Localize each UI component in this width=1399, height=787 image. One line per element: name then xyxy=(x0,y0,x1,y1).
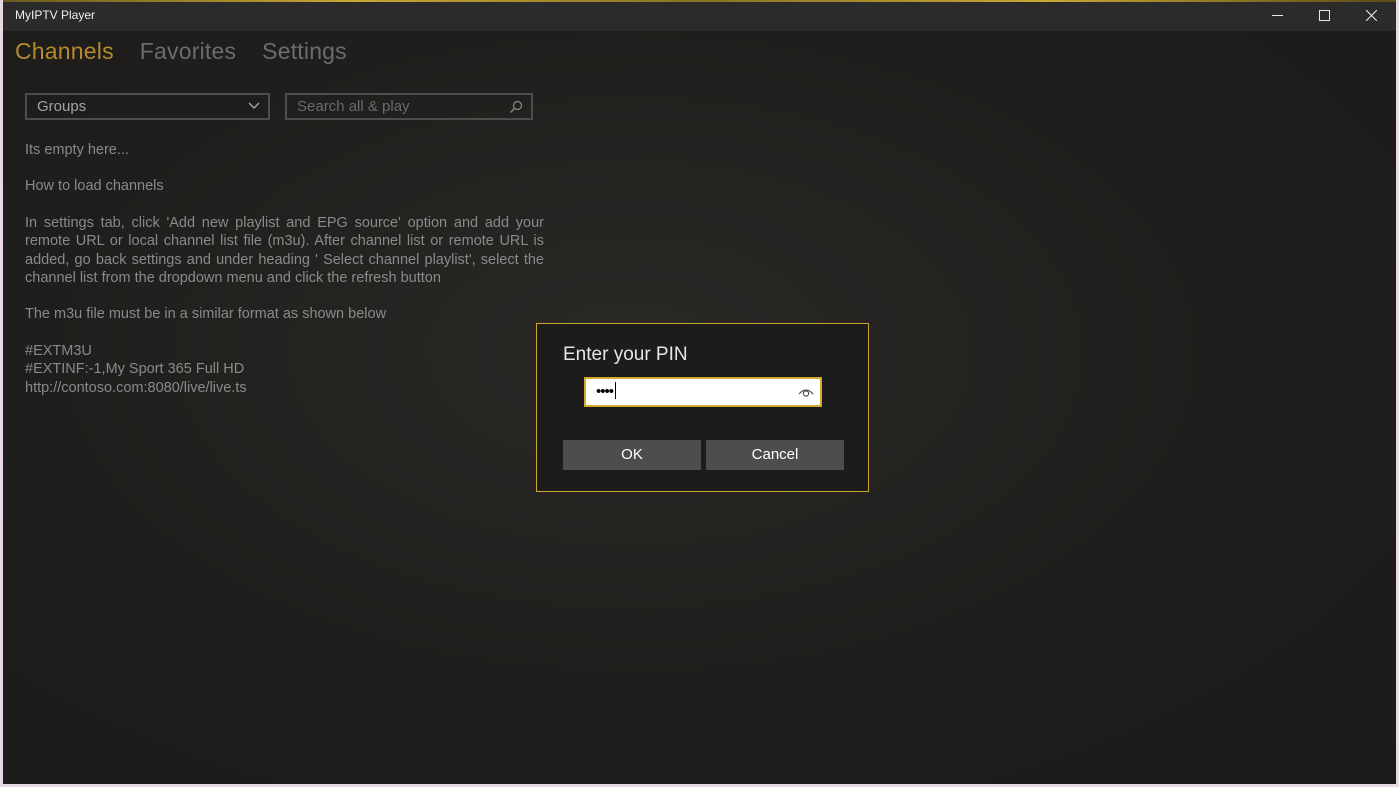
search-placeholder: Search all & play xyxy=(297,98,410,115)
reveal-password-icon[interactable] xyxy=(798,386,814,398)
app-title: MyIPTV Player xyxy=(15,8,96,22)
pin-value: •••• xyxy=(596,383,614,400)
minimize-icon xyxy=(1271,15,1283,16)
search-icon[interactable] xyxy=(509,100,523,114)
groups-dropdown[interactable]: Groups xyxy=(25,93,270,120)
text-caret xyxy=(615,382,617,399)
groups-dropdown-value: Groups xyxy=(37,98,87,115)
format-note: The m3u file must be in a similar format… xyxy=(25,306,387,323)
search-input[interactable]: Search all & play xyxy=(285,93,533,120)
pin-input[interactable]: •••• xyxy=(584,377,822,407)
main-tabs: Channels Favorites Settings xyxy=(15,38,373,72)
sample-line: #EXTM3U xyxy=(25,342,92,359)
dialog-title: Enter your PIN xyxy=(563,344,688,365)
minimize-button[interactable] xyxy=(1254,0,1300,31)
maximize-button[interactable] xyxy=(1301,0,1347,31)
ok-button[interactable]: OK xyxy=(563,440,701,470)
chevron-down-icon xyxy=(248,102,260,109)
tab-favorites[interactable]: Favorites xyxy=(140,38,236,72)
empty-state-help: Its empty here... How to load channels I… xyxy=(25,141,544,397)
tab-settings[interactable]: Settings xyxy=(262,38,347,72)
cancel-button[interactable]: Cancel xyxy=(706,440,844,470)
app-window: MyIPTV Player Channels Favorites Setting… xyxy=(3,0,1396,784)
instructions-text: In settings tab, click 'Add new playlist… xyxy=(25,214,544,287)
close-icon xyxy=(1365,10,1377,21)
empty-message: Its empty here... xyxy=(25,142,129,158)
tab-channels[interactable]: Channels xyxy=(15,38,114,72)
maximize-icon xyxy=(1318,10,1330,21)
title-bar: MyIPTV Player xyxy=(3,0,1396,31)
howto-heading: How to load channels xyxy=(25,178,164,195)
sample-line: #EXTINF:-1,My Sport 365 Full HD xyxy=(25,361,245,378)
close-button[interactable] xyxy=(1348,0,1394,31)
accent-line xyxy=(3,0,1396,2)
sample-line: http://contoso.com:8080/live/live.ts xyxy=(25,379,247,396)
pin-dialog: Enter your PIN •••• OK Cancel xyxy=(536,323,869,492)
